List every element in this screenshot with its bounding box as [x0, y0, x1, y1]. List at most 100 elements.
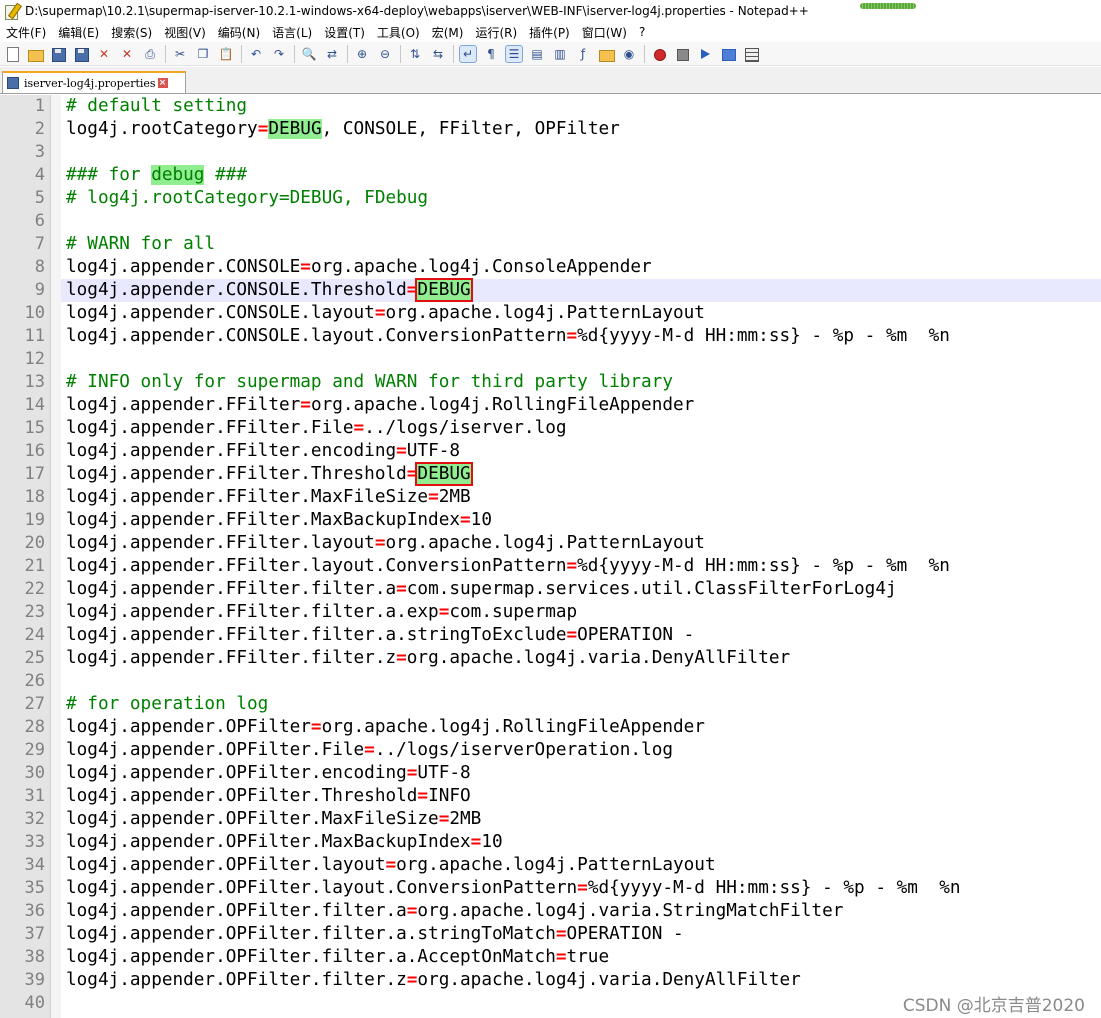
code-text[interactable]: log4j.appender.CONSOLE=org.apache.log4j.… [66, 256, 652, 279]
assign-operator: = [555, 924, 567, 944]
code-text[interactable]: log4j.appender.CONSOLE.layout=org.apache… [66, 302, 705, 325]
save-button[interactable] [50, 46, 66, 62]
code-text[interactable]: log4j.appender.FFilter.Threshold=DEBUG [66, 462, 473, 486]
open-file-button[interactable] [27, 46, 44, 62]
code-text[interactable]: log4j.appender.FFilter.filter.a.stringTo… [66, 624, 694, 647]
line-number: 4 [34, 165, 45, 185]
code-text[interactable]: log4j.appender.OPFilter.MaxFileSize=2MB [66, 808, 481, 831]
stop-macro-button[interactable] [674, 46, 690, 62]
paste-button[interactable]: 📋 [218, 46, 234, 62]
code-text[interactable]: log4j.appender.CONSOLE.Threshold=DEBUG [66, 278, 473, 302]
code-text[interactable]: log4j.appender.FFilter.MaxFileSize=2MB [66, 486, 471, 509]
menu-item-10[interactable]: 插件(P) [523, 24, 576, 41]
code-text[interactable]: # default setting [66, 95, 247, 118]
menu-item-0[interactable]: 文件(F) [0, 24, 52, 41]
sync-vertical-button[interactable]: ⇅ [407, 46, 423, 62]
menu-bar: 文件(F) 编辑(E) 搜索(S) 视图(V) 编码(N) 语言(L) 设置(T) 工具(O)… [0, 22, 1101, 42]
code-text[interactable]: log4j.appender.OPFilter.filter.z=org.apa… [66, 969, 801, 992]
editor[interactable]: 1 # default setting 2 log4j.rootCategory=DE… [0, 95, 1101, 1018]
code-text[interactable]: log4j.rootCategory=DEBUG, CONSOLE, FFilt… [66, 118, 620, 141]
folder-workspace-button[interactable] [598, 46, 615, 62]
menu-item-6[interactable]: 设置(T) [318, 24, 371, 41]
undo-button[interactable]: ↶ [248, 46, 264, 62]
property-value: OPERATION - [577, 625, 695, 645]
indent-guide-button[interactable]: ☰ [505, 44, 523, 63]
code-text[interactable]: log4j.appender.OPFilter=org.apache.log4j… [66, 716, 705, 739]
menu-item-9[interactable]: 运行(R) [469, 24, 523, 41]
replace-button[interactable]: ⇄ [324, 46, 340, 62]
code-text[interactable]: log4j.appender.OPFilter.layout.Conversio… [66, 877, 961, 900]
cut-button[interactable]: ✂ [172, 46, 188, 62]
code-text[interactable]: log4j.appender.FFilter=org.apache.log4j.… [66, 394, 694, 417]
code-text[interactable]: log4j.appender.FFilter.layout.Conversion… [66, 555, 950, 578]
code-text[interactable]: log4j.appender.OPFilter.filter.a.AcceptO… [66, 946, 609, 969]
copy-button[interactable]: ❐ [195, 46, 211, 62]
code-line: 6 [0, 210, 1101, 233]
save-all-button[interactable] [73, 46, 89, 62]
sync-horizontal-button[interactable]: ⇆ [430, 46, 446, 62]
zoom-in-button[interactable]: ⊕ [354, 46, 370, 62]
assign-operator: = [396, 648, 407, 668]
code-text[interactable]: log4j.appender.OPFilter.layout=org.apach… [66, 854, 716, 877]
code-text[interactable]: log4j.appender.FFilter.File=../logs/iser… [66, 417, 567, 440]
print-button[interactable]: ⎙ [142, 46, 158, 62]
property-value: INFO [428, 786, 471, 806]
menu-item-1[interactable]: 编辑(E) [52, 24, 105, 41]
close-tab-icon[interactable]: × [157, 78, 168, 88]
menu-item-12[interactable]: ? [633, 25, 651, 39]
code-text[interactable]: log4j.appender.FFilter.MaxBackupIndex=10 [66, 509, 492, 532]
record-macro-button[interactable] [651, 46, 667, 62]
code-text[interactable]: log4j.appender.FFilter.encoding=UTF-8 [66, 440, 460, 463]
code-text[interactable]: # INFO only for supermap and WARN for th… [66, 371, 673, 394]
code-text[interactable]: log4j.appender.OPFilter.MaxBackupIndex=1… [66, 831, 503, 854]
new-file-button[interactable] [4, 46, 20, 62]
code-text[interactable]: log4j.appender.OPFilter.encoding=UTF-8 [66, 762, 471, 785]
word-wrap-button[interactable]: ↵ [459, 44, 477, 63]
menu-item-4[interactable]: 编码(N) [212, 24, 266, 41]
property-key: log4j.appender.OPFilter.Threshold [66, 786, 418, 806]
highlighted-comment-token: debug [151, 165, 205, 185]
redo-button[interactable]: ↷ [271, 46, 287, 62]
line-number: 26 [24, 671, 45, 691]
line-number: 11 [24, 326, 45, 346]
code-text[interactable]: log4j.appender.OPFilter.filter.a.stringT… [66, 923, 684, 946]
code-text[interactable]: log4j.appender.CONSOLE.layout.Conversion… [66, 325, 950, 348]
code-text[interactable]: # WARN for all [66, 233, 215, 256]
menu-item-5[interactable]: 语言(L) [266, 24, 318, 41]
code-text[interactable]: log4j.appender.FFilter.filter.z=org.apac… [66, 647, 790, 670]
code-text[interactable]: log4j.appender.FFilter.filter.a=com.supe… [66, 578, 897, 601]
code-text[interactable]: log4j.appender.FFilter.layout=org.apache… [66, 532, 705, 555]
code-line: 37 log4j.appender.OPFilter.filter.a.strin… [0, 923, 1101, 946]
show-all-chars-button[interactable]: ¶ [483, 46, 499, 62]
close-all-button[interactable]: ✕ [119, 46, 135, 62]
run-macro-multiple-button[interactable] [720, 46, 736, 62]
close-button[interactable]: ✕ [96, 46, 112, 62]
find-button[interactable]: 🔍 [301, 46, 317, 62]
menu-item-7[interactable]: 工具(O) [371, 24, 426, 41]
menu-item-3[interactable]: 视图(V) [158, 24, 212, 41]
code-lines: 1 # default setting 2 log4j.rootCategory=DE… [0, 95, 1101, 1015]
zoom-out-button[interactable]: ⊖ [377, 46, 393, 62]
doc-map-button[interactable]: ▥ [552, 46, 568, 62]
code-text[interactable]: # for operation log [66, 693, 268, 716]
code-line: 20 log4j.appender.FFilter.layout=org.apac… [0, 532, 1101, 555]
monitor-button[interactable]: ◉ [621, 46, 637, 62]
code-line: 3 [0, 141, 1101, 164]
menu-item-11[interactable]: 窗口(W) [576, 24, 633, 41]
function-list-button[interactable]: ƒ [575, 46, 591, 62]
code-text[interactable]: # log4j.rootCategory=DEBUG, FDebug [66, 187, 428, 210]
play-macro-button[interactable] [697, 46, 713, 62]
save-macro-button[interactable] [743, 46, 759, 62]
code-text[interactable]: log4j.appender.FFilter.filter.a.exp=com.… [66, 601, 577, 624]
code-text[interactable]: ### for debug ### [66, 164, 247, 187]
code-text[interactable]: log4j.appender.OPFilter.File=../logs/ise… [66, 739, 673, 762]
udl-button[interactable]: ▤ [529, 46, 545, 62]
code-line: 39 log4j.appender.OPFilter.filter.z=org.a… [0, 969, 1101, 992]
tab-iserver-log4j-properties[interactable]: iserver-log4j.properties × [2, 71, 186, 93]
menu-item-8[interactable]: 宏(M) [426, 24, 470, 41]
code-text[interactable]: log4j.appender.OPFilter.filter.a=org.apa… [66, 900, 843, 923]
toolbar-separator [294, 44, 295, 63]
code-text[interactable]: log4j.appender.OPFilter.Threshold=INFO [66, 785, 471, 808]
menu-item-2[interactable]: 搜索(S) [105, 24, 158, 41]
property-key: log4j.appender.OPFilter.filter.a.stringT… [66, 924, 556, 944]
